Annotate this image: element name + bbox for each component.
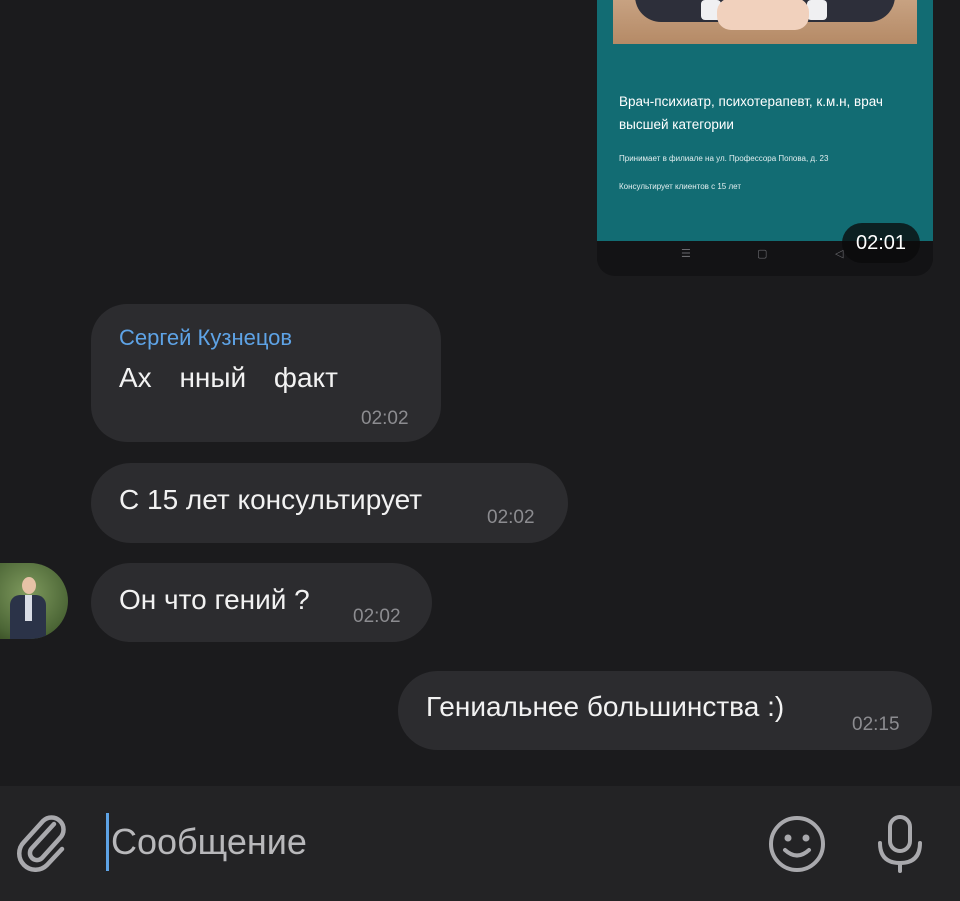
- message-text: Ах нный факт: [119, 362, 338, 393]
- message-bubble[interactable]: С 15 лет консультирует 02:02: [91, 463, 568, 543]
- message-input[interactable]: [106, 813, 711, 871]
- message-time: 02:02: [487, 507, 535, 528]
- outgoing-message-bubble[interactable]: Гениальнее большинства :) 02:15: [398, 671, 932, 750]
- microphone-icon[interactable]: [872, 813, 928, 875]
- message-time: 02:15: [852, 714, 900, 735]
- image-card-title: Врач-психиатр, психотерапевт, к.м.н, вра…: [619, 94, 883, 132]
- menu-icon: ☰: [681, 248, 691, 260]
- smiley-icon[interactable]: [766, 813, 828, 875]
- message-time: 02:02: [361, 408, 409, 429]
- home-icon: ▢: [757, 248, 768, 260]
- message-bubble[interactable]: Сергей Кузнецов Ах нный факт 02:02: [91, 304, 441, 442]
- image-card-experience: Консультирует клиентов с 15 лет: [619, 182, 741, 191]
- image-content: Врач-психиатр, психотерапевт, к.м.н, вра…: [597, 0, 933, 241]
- message-text: Гениальнее большинства :): [426, 691, 785, 722]
- message-text: С 15 лет консультирует: [119, 484, 423, 515]
- message-bubble[interactable]: Он что гений ? 02:02: [91, 563, 432, 642]
- chat-area[interactable]: Врач-психиатр, психотерапевт, к.м.н, вра…: [0, 0, 960, 786]
- message-time: 02:02: [353, 606, 401, 627]
- message-text: Он что гений ?: [119, 584, 310, 615]
- avatar[interactable]: [0, 563, 68, 639]
- image-card-address: Принимает в филиале на ул. Профессора По…: [619, 154, 829, 163]
- image-message-time: 02:01: [842, 223, 920, 263]
- paperclip-icon[interactable]: [14, 812, 70, 872]
- sender-name[interactable]: Сергей Кузнецов: [119, 325, 292, 351]
- doctor-photo: [613, 0, 917, 44]
